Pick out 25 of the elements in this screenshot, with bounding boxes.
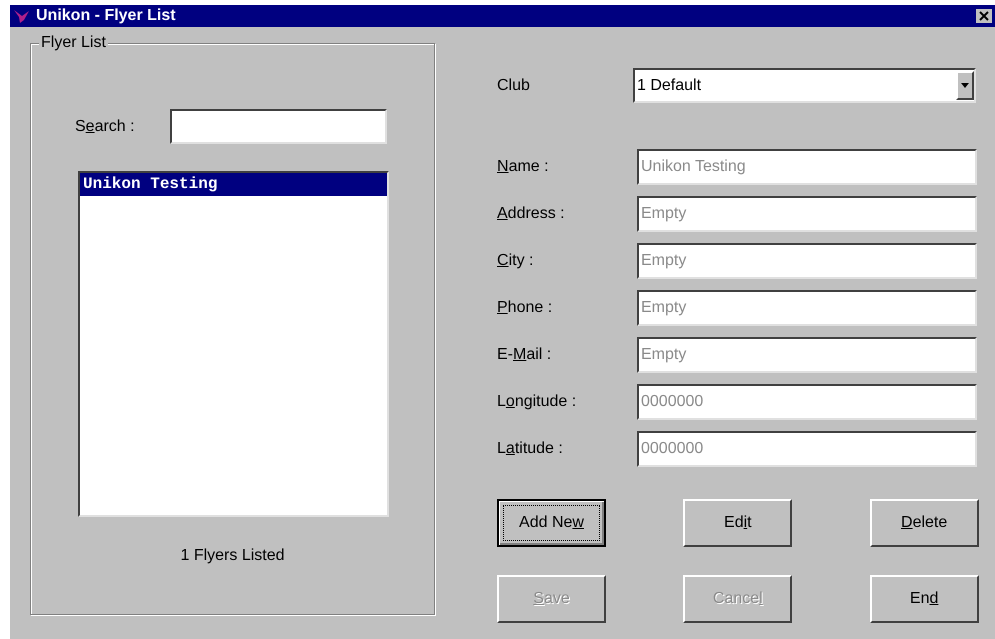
search-field[interactable]	[170, 109, 387, 144]
field-label: Name :	[497, 157, 550, 177]
bird-icon	[13, 8, 31, 24]
group-title: Flyer List	[39, 33, 108, 53]
flyers-count: 1 Flyers Listed	[180, 546, 285, 566]
flyer-listbox[interactable]: Unikon Testing	[78, 171, 389, 517]
caret-icon	[961, 83, 969, 88]
list-item[interactable]: Unikon Testing	[80, 173, 387, 196]
club-label: Club	[497, 76, 531, 96]
club-value: 1 Default	[636, 76, 702, 96]
action-button[interactable]: Add New	[497, 499, 606, 547]
field-label: City :	[497, 251, 534, 271]
action-button[interactable]: Edit	[683, 499, 792, 547]
action-button[interactable]: End	[870, 575, 979, 623]
field-label: Phone :	[497, 298, 554, 318]
field-label: Latitude :	[497, 439, 564, 459]
club-dropdown[interactable]: 1 Default	[633, 68, 976, 103]
field-label: E-Mail :	[497, 345, 552, 365]
search-label: Search :	[75, 116, 136, 136]
window-title: Unikon - Flyer List	[36, 8, 176, 24]
field-label: Address :	[497, 204, 566, 224]
dropdown-button[interactable]	[956, 71, 974, 100]
close-icon[interactable]	[976, 9, 992, 23]
field-label: Longitude :	[497, 392, 578, 412]
action-button[interactable]: Delete	[870, 499, 979, 547]
